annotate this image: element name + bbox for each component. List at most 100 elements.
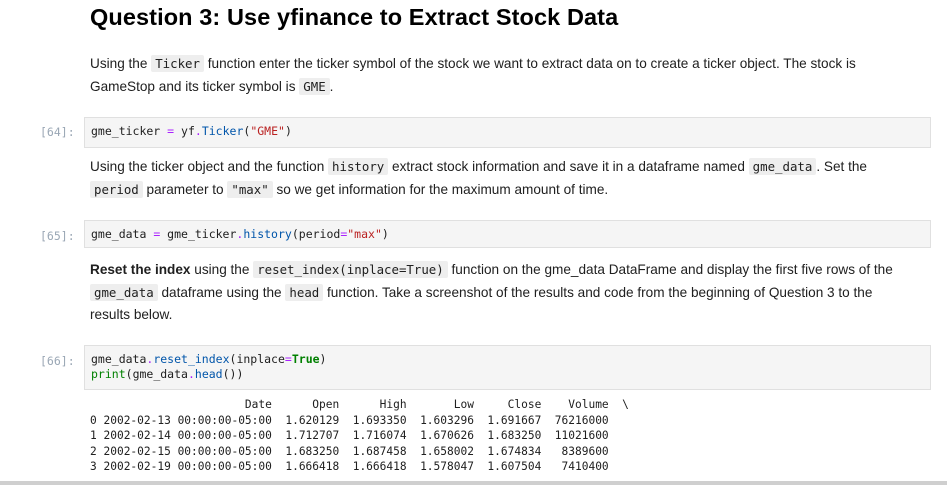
code-token: True	[291, 352, 320, 366]
code-token: )	[284, 124, 292, 138]
markdown-cell-history-instructions[interactable]: Using the ticker object and the function…	[90, 156, 920, 201]
output-cell: 1.691667	[473, 413, 542, 427]
code-token: =	[146, 227, 168, 241]
output-cell: 3	[90, 460, 97, 473]
output-cell: 1.620129	[271, 413, 340, 427]
output-cell: 1.670626	[406, 429, 474, 442]
output-cell: 1.666418	[271, 460, 340, 473]
code-token: gme_ticker	[167, 227, 237, 241]
notebook-page: Question 3: Use yfinance to Extract Stoc…	[0, 0, 947, 485]
inline-code-ticker: Ticker	[151, 55, 204, 72]
md-text: so we get information for the maximum am…	[272, 181, 609, 197]
code-token: head	[194, 367, 223, 381]
code-token: =	[160, 124, 182, 138]
markdown-cell-ticker-instructions[interactable]: Using the Ticker function enter the tick…	[90, 53, 920, 98]
output-cell: 1.712707	[271, 429, 340, 442]
inline-code-gme: GME	[299, 77, 330, 95]
inline-code-period: period	[90, 180, 143, 198]
md-text: Using the	[90, 56, 152, 71]
code-token: )	[319, 352, 327, 366]
inline-code-gme-data: gme_data	[748, 158, 817, 175]
code-token: .	[194, 124, 202, 138]
code-token: period	[298, 227, 341, 241]
output-cell: 8389600	[541, 444, 609, 458]
cell-prompt-65: [65]:	[40, 229, 75, 243]
output-header-cell: Date	[96, 398, 272, 411]
code-token: )	[381, 227, 389, 241]
output-cell: 11021600	[541, 429, 609, 442]
output-header-cell: High	[339, 398, 407, 411]
output-cell: 1.666418	[339, 460, 407, 473]
output-cell: 1.607504	[473, 460, 542, 473]
question-heading: Question 3: Use yfinance to Extract Stoc…	[90, 4, 619, 30]
inline-code-gme-data: gme_data	[90, 283, 158, 301]
code-token: "GME"	[250, 124, 285, 138]
code-token: Ticker	[201, 124, 244, 138]
output-cell: 1.693350	[339, 413, 407, 427]
md-text: dataframe using the	[157, 284, 286, 300]
code-token: ())	[222, 367, 244, 381]
horizontal-scrollbar[interactable]	[0, 481, 947, 485]
code-token: gme_ticker	[91, 124, 161, 138]
md-text: function on the gme_data DataFrame and d…	[447, 262, 893, 277]
code-token: reset_index	[153, 352, 230, 366]
output-header-cell: Volume	[541, 398, 609, 411]
output-cell: 1.674834	[473, 444, 542, 458]
inline-code-reset-index: reset_index(inplace=True)	[253, 261, 448, 278]
md-text: .	[329, 78, 334, 94]
code-token: gme_data	[132, 367, 188, 381]
md-text: using the	[190, 262, 254, 277]
output-cell: 1.683250	[473, 429, 542, 442]
output-header-cell: Close	[473, 398, 542, 411]
output-header-cell	[90, 398, 97, 411]
code-token: =	[284, 352, 292, 366]
output-cell: 7410400	[541, 460, 609, 473]
code-cell-66[interactable]: gme_data.reset_index ( inplace=True) print…	[84, 345, 931, 390]
md-bold-text: Reset the index	[90, 262, 191, 277]
output-cell: 2	[90, 444, 97, 458]
output-cell: 1.683250	[271, 444, 340, 458]
output-cell: 1	[90, 429, 97, 442]
output-cell: 76216000	[541, 413, 609, 427]
output-header-row: Date Open High Low Close Volume \	[90, 397, 629, 413]
output-cell: 1.603296	[406, 413, 474, 427]
cell-prompt-66: [66]:	[40, 354, 75, 368]
md-text: Using the ticker object and the function	[90, 159, 329, 174]
inline-code-head: head	[285, 283, 324, 301]
cell-prompt-64: [64]:	[40, 125, 75, 139]
inline-code-history: history	[328, 158, 389, 175]
code-token: (	[291, 227, 299, 241]
code-cell-64[interactable]: gme_ticker = yf.Ticker("GME")	[84, 117, 931, 148]
code-token: history	[243, 227, 292, 241]
output-cell: 1.687458	[339, 444, 407, 458]
output-header-cell: \	[608, 398, 629, 411]
output-data-row: 2 2002-02-15 00:00:00-05:00 1.683250 1.6…	[90, 444, 629, 460]
output-header-cell: Low	[406, 398, 474, 411]
code-token: .	[187, 367, 195, 381]
output-cell: 2002-02-14 00:00:00-05:00	[96, 429, 272, 442]
cell-output-66: Date Open High Low Close Volume \ 0 2002-…	[90, 397, 629, 475]
inline-code-max: "max"	[227, 180, 273, 198]
code-token: "max"	[347, 227, 382, 241]
output-cell: 2002-02-15 00:00:00-05:00	[96, 444, 272, 458]
md-text: parameter to	[142, 181, 228, 197]
code-token: gme_data	[91, 227, 147, 241]
output-cell: 0	[90, 413, 97, 427]
output-data-row: 0 2002-02-13 00:00:00-05:00 1.620129 1.6…	[90, 413, 629, 429]
output-cell: 1.658002	[406, 444, 474, 458]
code-token: (	[125, 367, 133, 381]
markdown-cell-reset-index-instructions[interactable]: Reset the index using the reset_index(in…	[90, 259, 915, 327]
output-cell: 1.578047	[406, 460, 474, 473]
code-token: print	[91, 367, 126, 381]
md-text: extract stock information and save it in…	[388, 159, 749, 174]
md-text: . Set the	[816, 159, 867, 174]
output-cell: 2002-02-13 00:00:00-05:00	[96, 413, 272, 427]
output-data-row: 3 2002-02-19 00:00:00-05:00 1.666418 1.6…	[90, 459, 629, 475]
md-text: function enter the ticker symbol of the …	[90, 56, 856, 94]
code-token: inplace	[236, 352, 285, 366]
output-header-cell: Open	[271, 398, 340, 411]
code-token: yf	[181, 124, 195, 138]
code-cell-65[interactable]: gme_data = gme_ticker.history(period="ma…	[84, 220, 931, 248]
output-cell: 1.716074	[339, 429, 407, 442]
output-data-row: 1 2002-02-14 00:00:00-05:00 1.712707 1.7…	[90, 428, 629, 444]
